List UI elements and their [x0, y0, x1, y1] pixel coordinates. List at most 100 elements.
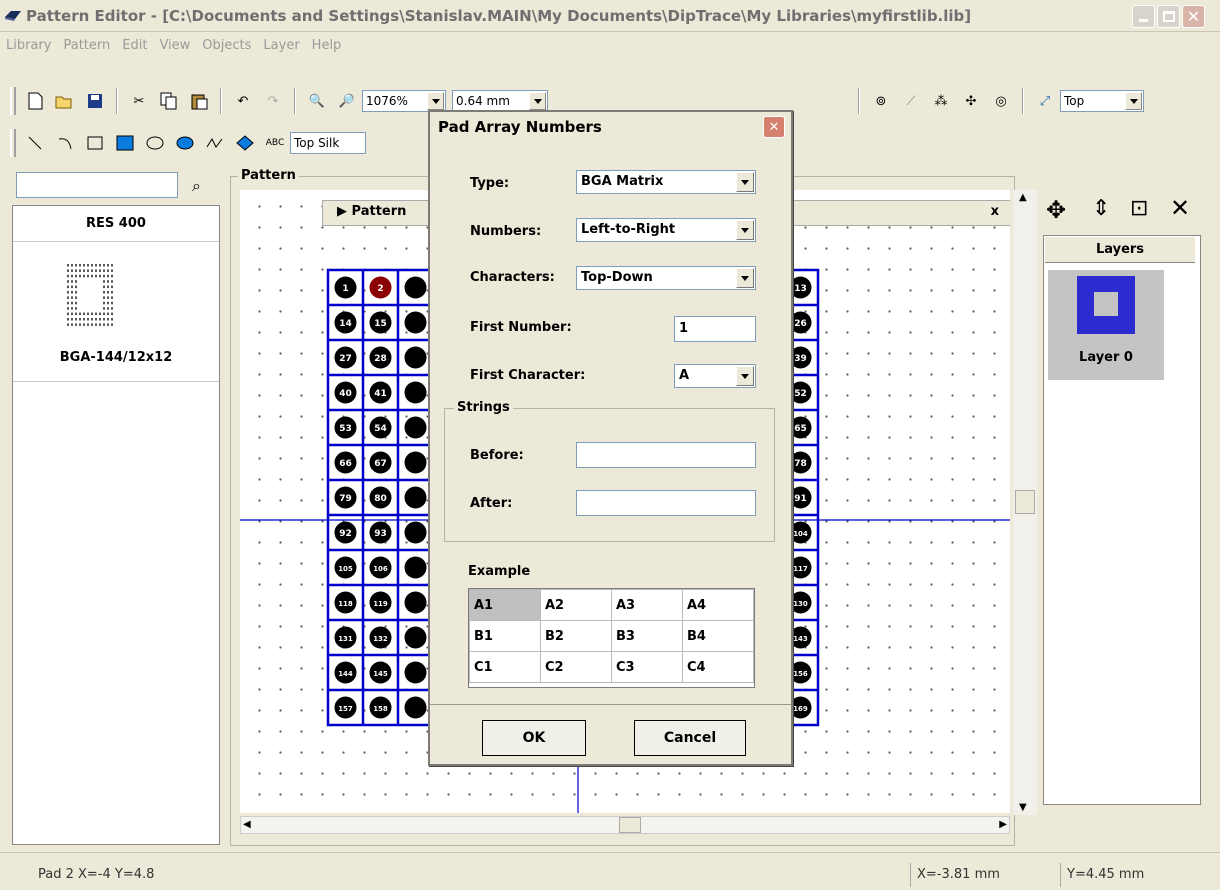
pad[interactable]: [404, 661, 427, 684]
open-button[interactable]: [52, 88, 78, 114]
pad[interactable]: [404, 696, 427, 719]
arc-tool-button[interactable]: [52, 130, 78, 156]
route-tool-button[interactable]: ⟋: [898, 88, 924, 114]
redo-button[interactable]: ↷: [260, 88, 286, 114]
paste-button[interactable]: [186, 88, 212, 114]
pad[interactable]: 27: [334, 346, 357, 369]
pad[interactable]: [404, 626, 427, 649]
pad[interactable]: 157: [334, 696, 357, 719]
pad[interactable]: [404, 276, 427, 299]
layer-item[interactable]: Layer 0: [1048, 270, 1164, 380]
pad[interactable]: 118: [334, 591, 357, 614]
line-tool-button[interactable]: [22, 130, 48, 156]
scroll-down-icon[interactable]: ▼: [1019, 802, 1027, 813]
pad[interactable]: 145: [369, 661, 392, 684]
pad[interactable]: [404, 416, 427, 439]
scroll-up-icon[interactable]: ▲: [1019, 192, 1027, 203]
vertical-scroll-thumb[interactable]: [1015, 490, 1035, 514]
characters-select[interactable]: Top-Down: [576, 266, 756, 290]
close-panel-icon[interactable]: ✕: [1170, 194, 1190, 222]
pad-tool-button[interactable]: ⊚: [868, 88, 894, 114]
pad[interactable]: [404, 521, 427, 544]
pad[interactable]: 131: [334, 626, 357, 649]
undo-button[interactable]: ↶: [230, 88, 256, 114]
pad[interactable]: 15: [369, 311, 392, 334]
menu-objects[interactable]: Objects: [196, 38, 257, 53]
horizontal-scroll-thumb[interactable]: [619, 817, 641, 833]
pad[interactable]: 40: [334, 381, 357, 404]
pad[interactable]: 80: [369, 486, 392, 509]
scroll-right-icon[interactable]: ▶: [999, 819, 1007, 830]
first-number-input[interactable]: 1: [674, 316, 756, 342]
pad[interactable]: 67: [369, 451, 392, 474]
toolbar-grip[interactable]: [10, 87, 16, 115]
pad[interactable]: 54: [369, 416, 392, 439]
pad[interactable]: 92: [334, 521, 357, 544]
pad[interactable]: [404, 591, 427, 614]
minimize-button[interactable]: [1132, 5, 1155, 28]
text-tool-button[interactable]: ABC: [262, 130, 288, 156]
pad[interactable]: [404, 451, 427, 474]
list-item[interactable]: RES 400: [13, 206, 219, 242]
grid-select[interactable]: 0.64 mm: [452, 90, 548, 112]
hole-tool-button[interactable]: ◎: [988, 88, 1014, 114]
filled-ellipse-tool-button[interactable]: [172, 130, 198, 156]
ellipse-tool-button[interactable]: [142, 130, 168, 156]
menu-view[interactable]: View: [153, 38, 196, 53]
up-down-icon[interactable]: ⇕: [1092, 196, 1110, 221]
type-select[interactable]: BGA Matrix: [576, 170, 756, 194]
menu-edit[interactable]: Edit: [116, 38, 153, 53]
pattern-tool-button[interactable]: ✣: [958, 88, 984, 114]
pad[interactable]: 79: [334, 486, 357, 509]
zoom-in-button[interactable]: 🔍: [304, 88, 330, 114]
close-window-button[interactable]: ✕: [1182, 5, 1205, 28]
pad[interactable]: [404, 311, 427, 334]
pad[interactable]: 28: [369, 346, 392, 369]
filled-rectangle-tool-button[interactable]: [112, 130, 138, 156]
binoculars-icon[interactable]: ⌕: [192, 176, 201, 196]
polyline-tool-button[interactable]: [202, 130, 228, 156]
pad[interactable]: [404, 346, 427, 369]
move-icon[interactable]: ✥: [1046, 196, 1066, 224]
search-input[interactable]: [16, 172, 178, 198]
menu-help[interactable]: Help: [306, 38, 348, 53]
pad[interactable]: 41: [369, 381, 392, 404]
scroll-left-icon[interactable]: ◀: [243, 819, 251, 830]
pad[interactable]: [404, 486, 427, 509]
pad[interactable]: 105: [334, 556, 357, 579]
new-button[interactable]: [22, 88, 48, 114]
pattern-tab-close-icon[interactable]: x: [991, 204, 999, 219]
menu-library[interactable]: Library: [0, 38, 57, 53]
array-tool-button[interactable]: ⁂: [928, 88, 954, 114]
pad[interactable]: 106: [369, 556, 392, 579]
side-select[interactable]: Top: [1060, 90, 1144, 112]
before-input[interactable]: [576, 442, 756, 468]
polygon-tool-button[interactable]: [232, 130, 258, 156]
pad[interactable]: 119: [369, 591, 392, 614]
first-character-select[interactable]: A: [674, 364, 756, 388]
zoom-out-button[interactable]: 🔎: [334, 88, 360, 114]
cancel-button[interactable]: Cancel: [634, 720, 746, 756]
pad[interactable]: 144: [334, 661, 357, 684]
after-input[interactable]: [576, 490, 756, 516]
pad[interactable]: 93: [369, 521, 392, 544]
zoom-select[interactable]: 1076%: [362, 90, 446, 112]
pad[interactable]: [404, 381, 427, 404]
cut-button[interactable]: ✂: [126, 88, 152, 114]
layer-select[interactable]: Top Silk: [290, 132, 366, 154]
pad[interactable]: 158: [369, 696, 392, 719]
list-item[interactable]: BGA-144/12x12: [13, 242, 219, 382]
save-button[interactable]: [82, 88, 108, 114]
ok-button[interactable]: OK: [482, 720, 586, 756]
fit-icon[interactable]: ⊡: [1130, 196, 1148, 221]
pad[interactable]: 1: [334, 276, 357, 299]
menu-pattern[interactable]: Pattern: [57, 38, 116, 53]
dialog-close-button[interactable]: ✕: [763, 116, 785, 138]
pad[interactable]: 66: [334, 451, 357, 474]
pad[interactable]: 53: [334, 416, 357, 439]
menu-layer[interactable]: Layer: [257, 38, 305, 53]
pad[interactable]: 14: [334, 311, 357, 334]
pattern-inner-tab[interactable]: ▶ Pattern: [337, 204, 406, 219]
toolbar-grip[interactable]: [10, 129, 16, 157]
horizontal-scrollbar[interactable]: ◀ ▶: [240, 816, 1010, 834]
